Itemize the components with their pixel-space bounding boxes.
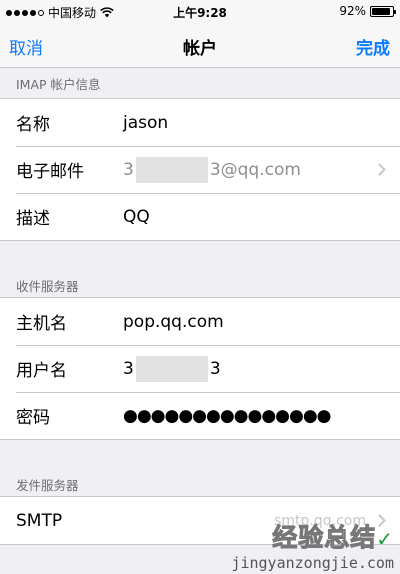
redaction-block xyxy=(135,156,208,183)
watermark-logo: 经验总结✓ xyxy=(231,518,394,554)
name-field[interactable]: jason xyxy=(123,113,168,133)
description-field[interactable]: QQ xyxy=(123,207,150,227)
battery-fill xyxy=(372,7,391,15)
battery-percent: 92% xyxy=(339,4,366,18)
watermark-text: 经验总结 xyxy=(272,523,377,553)
page-title: 帐户 xyxy=(183,39,217,59)
description-label: 描述 xyxy=(16,209,50,229)
done-button[interactable]: 完成 xyxy=(356,34,390,59)
name-label: 名称 xyxy=(16,115,50,135)
incoming-server-group: 主机名 pop.qq.com 用户名 3 3 密码 ●●●●●●●●●●●●●●… xyxy=(0,297,400,440)
chevron-right-icon xyxy=(373,163,386,176)
email-value-suffix: 3@qq.com xyxy=(209,159,301,180)
section-header-incoming: 收件服务器 xyxy=(16,279,79,294)
imap-account-group: 名称 jason 电子邮件 3 3@qq.com 描述 QQ xyxy=(0,98,400,241)
navigation-bar: 取消 帐户 完成 xyxy=(0,22,400,68)
password-field[interactable]: ●●●●●●●●●●●●●●● xyxy=(123,406,332,426)
username-field[interactable]: 3 3 xyxy=(123,355,221,382)
battery-icon xyxy=(370,5,396,17)
password-row[interactable]: 密码 ●●●●●●●●●●●●●●● xyxy=(0,392,400,439)
username-value-suffix: 3 xyxy=(209,358,221,379)
section-header-imap: IMAP 帐户信息 xyxy=(16,77,101,92)
redaction-block xyxy=(135,355,208,382)
description-row[interactable]: 描述 QQ xyxy=(0,193,400,240)
watermark: 经验总结✓ jingyanzongjie.com xyxy=(231,518,394,573)
email-row[interactable]: 电子邮件 3 3@qq.com xyxy=(0,146,400,193)
checkmark-icon: ✓ xyxy=(376,527,394,551)
status-bar: 中国移动 上午9:28 92% xyxy=(0,0,400,22)
hostname-field[interactable]: pop.qq.com xyxy=(123,312,224,332)
status-right: 92% xyxy=(339,4,396,18)
watermark-url: jingyanzongjie.com xyxy=(231,554,394,572)
username-value-prefix: 3 xyxy=(123,358,134,379)
username-label: 用户名 xyxy=(16,361,67,381)
hostname-label: 主机名 xyxy=(16,314,67,334)
hostname-row[interactable]: 主机名 pop.qq.com xyxy=(0,298,400,345)
email-label: 电子邮件 xyxy=(16,162,84,182)
email-value: 3 3@qq.com xyxy=(123,156,301,183)
smtp-label: SMTP xyxy=(16,510,63,531)
name-row[interactable]: 名称 jason xyxy=(0,99,400,146)
section-header-outgoing: 发件服务器 xyxy=(16,478,79,493)
username-row[interactable]: 用户名 3 3 xyxy=(0,345,400,392)
password-label: 密码 xyxy=(16,408,50,428)
email-value-prefix: 3 xyxy=(123,159,134,180)
